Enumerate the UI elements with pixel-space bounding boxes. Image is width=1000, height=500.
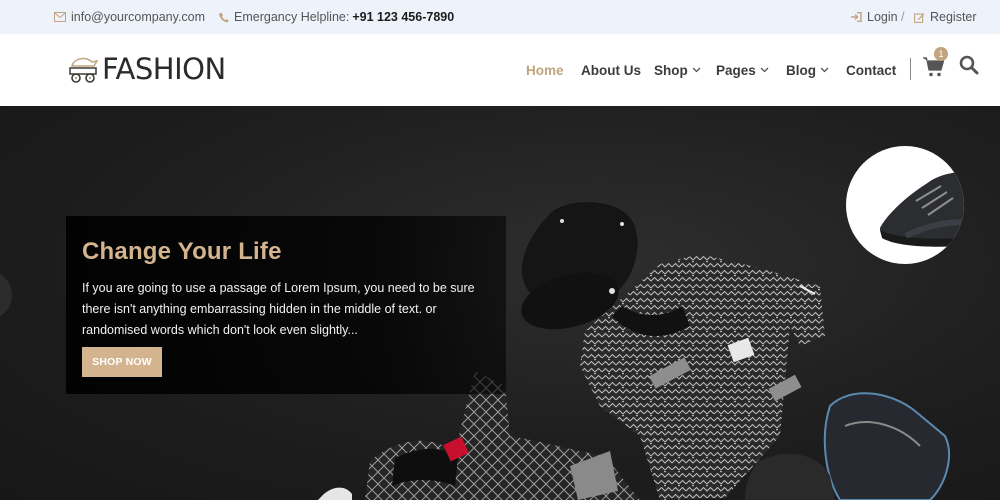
search-icon[interactable]	[959, 55, 979, 75]
login-label[interactable]: Login	[867, 10, 898, 24]
phone-icon	[219, 12, 229, 22]
sneaker-image	[880, 172, 964, 247]
chevron-down-icon	[692, 67, 701, 73]
hero-caption: Change Your Life If you are going to use…	[66, 216, 506, 394]
edit-icon	[914, 12, 925, 23]
register-label[interactable]: Register	[930, 10, 977, 24]
nav-blog[interactable]: Blog	[786, 34, 829, 106]
chevron-down-icon	[760, 67, 769, 73]
site-logo[interactable]: FASHION	[66, 44, 226, 94]
nav-pages-label: Pages	[716, 62, 756, 78]
nav-about-us[interactable]: About Us	[581, 34, 641, 106]
site-header: FASHION Home About Us Shop Pages Blog Co…	[0, 34, 1000, 106]
nav-shop[interactable]: Shop	[654, 34, 701, 106]
nav-blog-label: Blog	[786, 62, 816, 78]
hero-slider: Change Your Life If you are going to use…	[0, 106, 1000, 500]
helpline-number: +91 123 456-7890	[352, 10, 455, 24]
sign-in-icon	[851, 12, 862, 22]
envelope-icon	[54, 12, 66, 22]
register-link[interactable]: Register	[914, 0, 977, 34]
logo-text: FASHION	[102, 52, 226, 86]
contact-email[interactable]: info@yourcompany.com	[54, 0, 205, 34]
email-text: info@yourcompany.com	[71, 10, 206, 24]
header-divider	[910, 58, 911, 80]
topbar-separator: /	[901, 10, 905, 24]
shop-now-button[interactable]: SHOP NOW	[82, 347, 162, 377]
login-link[interactable]: Login	[851, 0, 898, 34]
nav-pages[interactable]: Pages	[716, 34, 769, 106]
product-thumbnail[interactable]	[846, 146, 964, 264]
top-bar: info@yourcompany.com Emergancy Helpline:…	[0, 0, 1000, 34]
logo-icon	[69, 57, 99, 83]
chevron-down-icon	[820, 67, 829, 73]
cart-count-badge: 1	[934, 47, 948, 61]
nav-shop-label: Shop	[654, 62, 688, 78]
helpline-label: Emergancy Helpline:	[234, 10, 350, 24]
helpline: Emergancy Helpline: +91 123 456-7890	[219, 0, 454, 34]
nav-contact[interactable]: Contact	[846, 34, 896, 106]
nav-home[interactable]: Home	[526, 34, 564, 106]
hero-title: Change Your Life	[82, 238, 282, 265]
hero-text: If you are going to use a passage of Lor…	[82, 281, 475, 337]
